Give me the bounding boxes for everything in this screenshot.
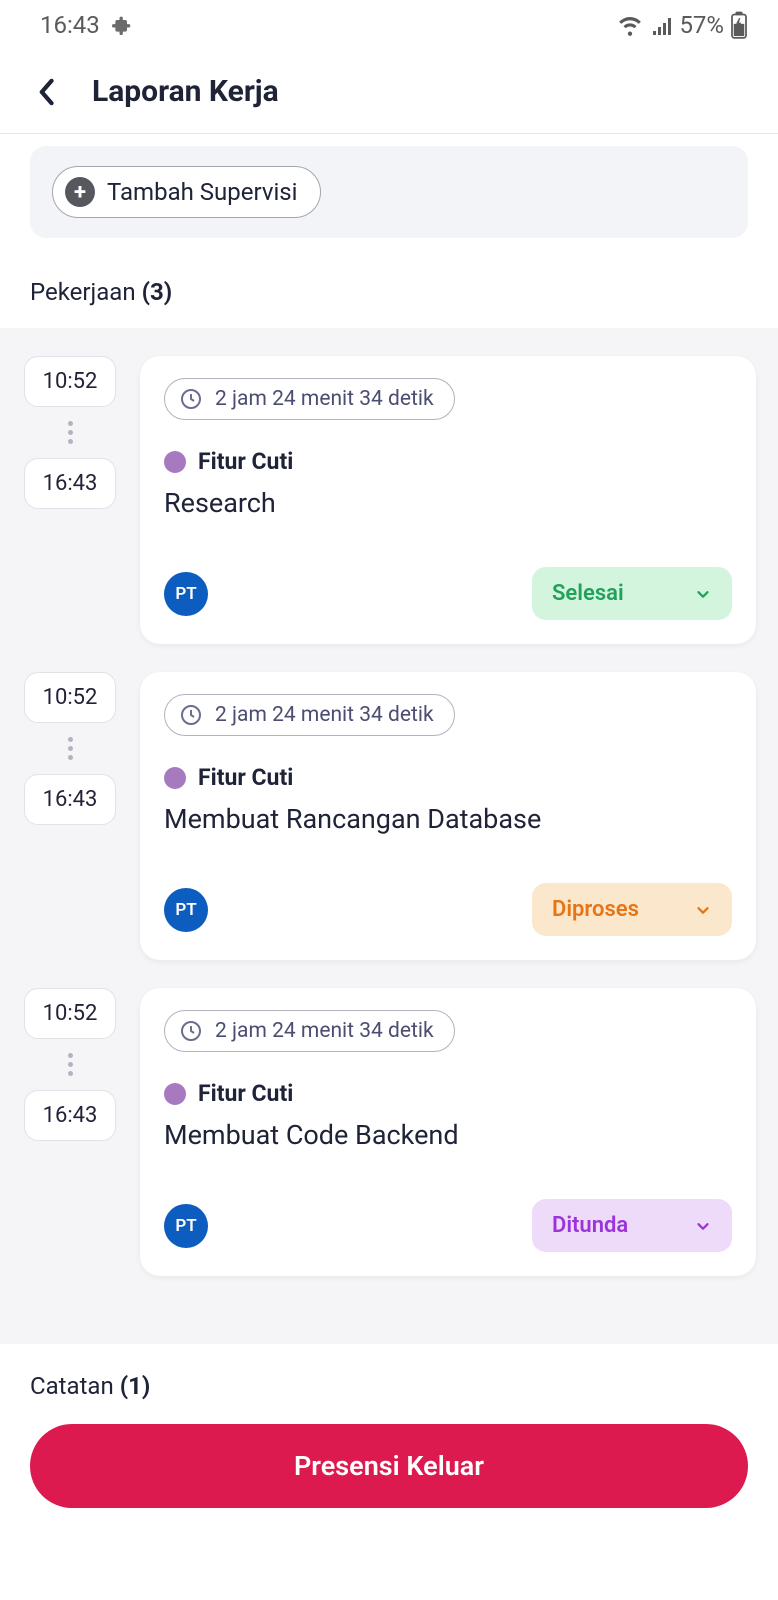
duration-chip: 2 jam 24 menit 34 detik bbox=[164, 694, 455, 736]
app-header: Laporan Kerja bbox=[0, 50, 778, 133]
wifi-icon bbox=[617, 12, 643, 38]
status-time: 16:43 bbox=[40, 11, 100, 39]
time-column: 10:52 16:43 bbox=[22, 988, 118, 1276]
clock-icon bbox=[179, 1019, 203, 1043]
feature-name: Fitur Cuti bbox=[198, 448, 293, 475]
status-bar: 16:43 57% bbox=[0, 0, 778, 50]
feature-dot-icon bbox=[164, 451, 186, 473]
end-time: 16:43 bbox=[24, 458, 116, 509]
divider bbox=[0, 133, 778, 134]
catatan-header: Catatan (1) bbox=[0, 1344, 778, 1418]
chevron-down-icon bbox=[694, 585, 712, 603]
task-row: 10:52 16:43 2 jam 24 menit 34 detik Fitur C… bbox=[22, 988, 756, 1276]
task-title: Membuat Code Backend bbox=[164, 1119, 732, 1151]
pekerjaan-count: (3) bbox=[142, 278, 173, 306]
puzzle-icon bbox=[112, 15, 132, 35]
duration-text: 2 jam 24 menit 34 detik bbox=[215, 1019, 434, 1043]
time-column: 10:52 16:43 bbox=[22, 356, 118, 644]
page-title: Laporan Kerja bbox=[92, 74, 279, 109]
checkout-button[interactable]: Presensi Keluar bbox=[30, 1424, 748, 1508]
status-text: Selesai bbox=[552, 581, 624, 606]
battery-icon bbox=[730, 11, 748, 39]
catatan-label: Catatan bbox=[30, 1372, 114, 1400]
chevron-down-icon bbox=[694, 901, 712, 919]
supervisi-bar: + Tambah Supervisi bbox=[30, 146, 748, 238]
time-column: 10:52 16:43 bbox=[22, 672, 118, 960]
chevron-left-icon bbox=[37, 78, 55, 106]
start-time: 10:52 bbox=[24, 672, 116, 723]
status-select[interactable]: Selesai bbox=[532, 567, 732, 620]
end-time: 16:43 bbox=[24, 1090, 116, 1141]
add-supervisi-label: Tambah Supervisi bbox=[107, 178, 298, 206]
status-select[interactable]: Ditunda bbox=[532, 1199, 732, 1252]
feature-dot-icon bbox=[164, 1083, 186, 1105]
duration-text: 2 jam 24 menit 34 detik bbox=[215, 387, 434, 411]
checkout-label: Presensi Keluar bbox=[294, 1450, 484, 1482]
end-time: 16:43 bbox=[24, 774, 116, 825]
signal-icon bbox=[649, 13, 673, 37]
chevron-down-icon bbox=[694, 1217, 712, 1235]
duration-text: 2 jam 24 menit 34 detik bbox=[215, 703, 434, 727]
status-text: Diproses bbox=[552, 897, 639, 922]
avatar[interactable]: PT bbox=[164, 888, 208, 932]
more-icon[interactable] bbox=[65, 723, 75, 774]
task-card[interactable]: 2 jam 24 menit 34 detik Fitur Cuti Membuat… bbox=[140, 988, 756, 1276]
clock-icon bbox=[179, 703, 203, 727]
start-time: 10:52 bbox=[24, 988, 116, 1039]
feature-name: Fitur Cuti bbox=[198, 1080, 293, 1107]
back-button[interactable] bbox=[30, 76, 62, 108]
task-title: Membuat Rancangan Database bbox=[164, 803, 732, 835]
status-select[interactable]: Diproses bbox=[532, 883, 732, 936]
pekerjaan-header: Pekerjaan (3) bbox=[0, 238, 778, 328]
add-supervisi-button[interactable]: + Tambah Supervisi bbox=[52, 166, 321, 218]
task-row: 10:52 16:43 2 jam 24 menit 34 detik Fitur C… bbox=[22, 356, 756, 644]
duration-chip: 2 jam 24 menit 34 detik bbox=[164, 1010, 455, 1052]
plus-icon: + bbox=[65, 177, 95, 207]
more-icon[interactable] bbox=[65, 407, 75, 458]
pekerjaan-label: Pekerjaan bbox=[30, 278, 136, 306]
start-time: 10:52 bbox=[24, 356, 116, 407]
feature-dot-icon bbox=[164, 767, 186, 789]
clock-icon bbox=[179, 387, 203, 411]
task-title: Research bbox=[164, 487, 732, 519]
avatar[interactable]: PT bbox=[164, 572, 208, 616]
task-card[interactable]: 2 jam 24 menit 34 detik Fitur Cuti Membuat… bbox=[140, 672, 756, 960]
status-text: Ditunda bbox=[552, 1213, 628, 1238]
battery-percent: 57% bbox=[679, 11, 724, 39]
feature-name: Fitur Cuti bbox=[198, 764, 293, 791]
catatan-count: (1) bbox=[120, 1372, 151, 1400]
more-icon[interactable] bbox=[65, 1039, 75, 1090]
task-row: 10:52 16:43 2 jam 24 menit 34 detik Fitur C… bbox=[22, 672, 756, 960]
avatar[interactable]: PT bbox=[164, 1204, 208, 1248]
duration-chip: 2 jam 24 menit 34 detik bbox=[164, 378, 455, 420]
task-list: 10:52 16:43 2 jam 24 menit 34 detik Fitur C… bbox=[0, 328, 778, 1344]
task-card[interactable]: 2 jam 24 menit 34 detik Fitur Cuti Researc… bbox=[140, 356, 756, 644]
